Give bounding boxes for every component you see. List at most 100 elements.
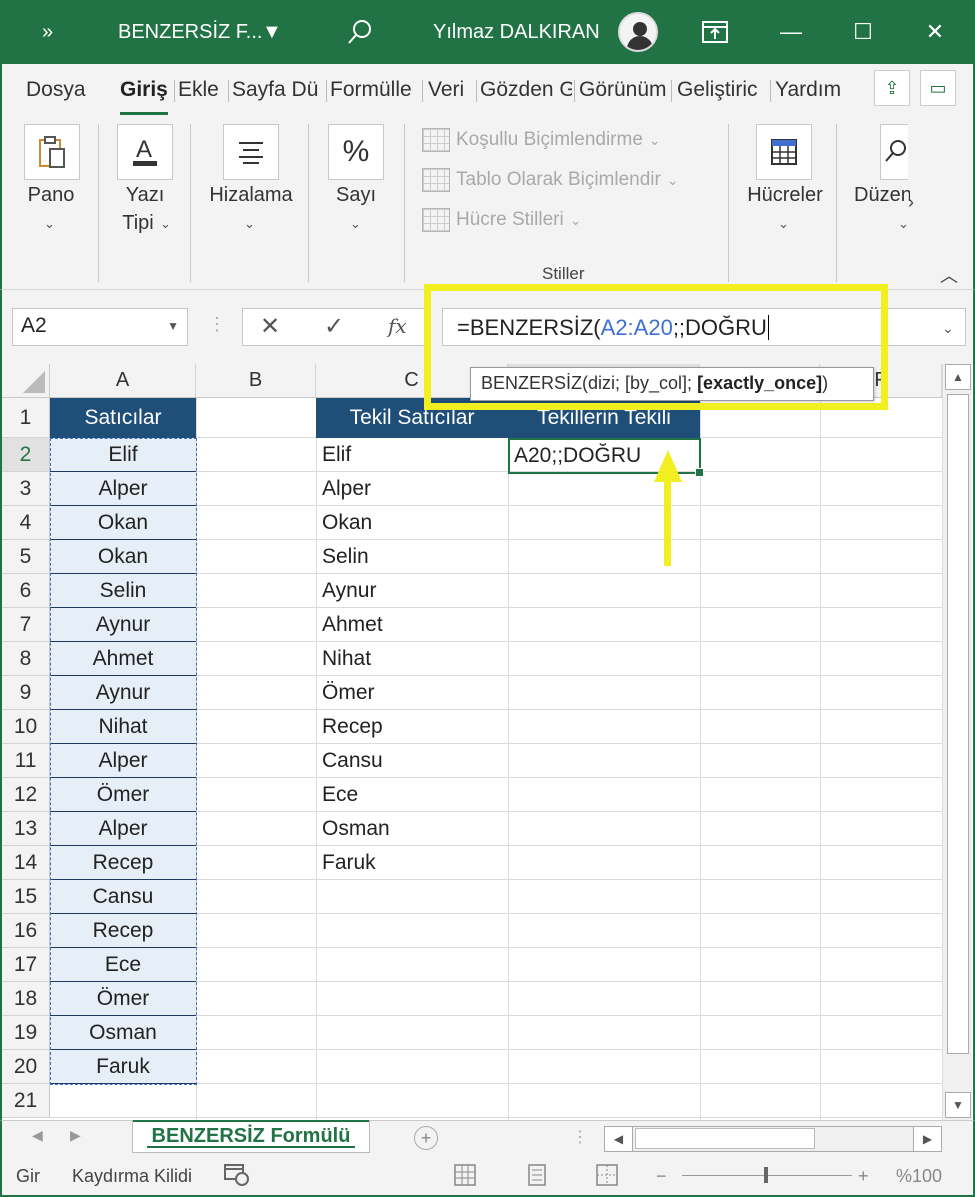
tab-giris[interactable]: Giriş (120, 78, 170, 102)
hizalama-label[interactable]: Hizalama (208, 184, 294, 207)
page-break-preview-icon[interactable] (596, 1164, 620, 1186)
column-header-a[interactable]: A (50, 364, 196, 398)
row-header-19[interactable]: 19 (2, 1016, 50, 1050)
row-header-18[interactable]: 18 (2, 982, 50, 1016)
cell-c13[interactable]: Osman (322, 812, 506, 846)
cells-icon[interactable] (756, 124, 812, 180)
collapse-ribbon-icon[interactable]: ︿ (940, 262, 958, 288)
editing-dropdown-icon[interactable]: ⌄ (898, 216, 909, 232)
duzen-label[interactable]: Düzen (854, 184, 910, 207)
tab-gelistirici[interactable]: Geliştiric (677, 78, 769, 102)
close-icon[interactable]: ✕ (900, 0, 970, 64)
row-header-11[interactable]: 11 (2, 744, 50, 778)
horizontal-scroll-thumb[interactable] (635, 1128, 815, 1149)
zoom-level[interactable]: %100 (896, 1166, 942, 1187)
tipi-label[interactable]: Tipi (114, 212, 162, 235)
format-as-table-button[interactable]: Tablo Olarak Biçimlendir ⌄ (422, 168, 679, 192)
comment-icon[interactable]: ▭ (920, 70, 956, 106)
avatar[interactable] (618, 12, 658, 52)
cell-c9[interactable]: Ömer (322, 676, 506, 710)
header-cell-a1[interactable]: Satıcılar (50, 398, 196, 438)
row-header-12[interactable]: 12 (2, 778, 50, 812)
row-header-15[interactable]: 15 (2, 880, 50, 914)
user-name[interactable]: Yılmaz DALKIRAN (433, 0, 600, 64)
name-box-dropdown-icon[interactable]: ▼ (167, 319, 179, 333)
accessibility-icon[interactable] (224, 1164, 249, 1186)
cell-c3[interactable]: Alper (322, 472, 506, 506)
tab-gozden-gecir[interactable]: Gözden G (480, 78, 572, 102)
name-box[interactable]: A2 ▼ (12, 308, 188, 346)
scroll-left-icon[interactable]: ◀ (605, 1127, 633, 1151)
row-header-16[interactable]: 16 (2, 914, 50, 948)
insert-function-icon[interactable]: fx (388, 314, 407, 338)
cell-styles-button[interactable]: Hücre Stilleri ⌄ (422, 208, 581, 232)
formula-bar-grip-icon[interactable]: ⋮ (208, 314, 226, 335)
row-header-2[interactable]: 2 (2, 438, 50, 472)
row-header-4[interactable]: 4 (2, 506, 50, 540)
scroll-down-icon[interactable]: ▼ (945, 1092, 971, 1118)
cell-c11[interactable]: Cansu (322, 744, 506, 778)
cell-c5[interactable]: Selin (322, 540, 506, 574)
ribbon-display-icon[interactable] (680, 0, 750, 64)
sheet-next-icon[interactable]: ▶ (70, 1127, 81, 1144)
row-header-6[interactable]: 6 (2, 574, 50, 608)
scroll-right-icon[interactable]: ▶ (913, 1127, 941, 1151)
tab-veri[interactable]: Veri (428, 78, 472, 102)
sheet-tab-benzersiz[interactable]: BENZERSİZ Formülü (132, 1120, 370, 1153)
scroll-up-icon[interactable]: ▲ (945, 364, 971, 390)
clipboard-icon[interactable] (24, 124, 80, 180)
enter-icon[interactable]: ✓ (324, 312, 344, 341)
quick-access-more-button[interactable]: » (42, 0, 53, 64)
percent-icon[interactable]: % (328, 124, 384, 180)
row-header-3[interactable]: 3 (2, 472, 50, 506)
zoom-slider-knob[interactable] (764, 1167, 768, 1183)
row-header-8[interactable]: 8 (2, 642, 50, 676)
tab-split-grip-icon[interactable]: ⋮ (572, 1127, 588, 1147)
cell-c4[interactable]: Okan (322, 506, 506, 540)
horizontal-scrollbar[interactable]: ◀ ▶ (604, 1126, 942, 1152)
select-all-button[interactable] (2, 364, 50, 398)
column-header-b[interactable]: B (196, 364, 316, 398)
expand-formula-bar-icon[interactable]: ⌄ (942, 320, 954, 337)
pano-dropdown-icon[interactable]: ⌄ (44, 216, 55, 232)
row-header-9[interactable]: 9 (2, 676, 50, 710)
cell-c8[interactable]: Nihat (322, 642, 506, 676)
font-dropdown-icon[interactable]: ⌄ (160, 216, 171, 232)
row-header-20[interactable]: 20 (2, 1050, 50, 1084)
hucreler-label[interactable]: Hücreler (742, 184, 828, 207)
title-dropdown-icon[interactable]: ▼ (262, 0, 282, 64)
tab-formuller[interactable]: Formülle (330, 78, 420, 102)
tab-yardim[interactable]: Yardım (775, 78, 851, 102)
ribbon-scroll-right-icon[interactable]: › (908, 192, 914, 213)
row-header-10[interactable]: 10 (2, 710, 50, 744)
tab-dosya[interactable]: Dosya (26, 78, 92, 102)
number-dropdown-icon[interactable]: ⌄ (350, 216, 361, 232)
document-title[interactable]: BENZERSİZ F... (118, 0, 262, 64)
cell-c12[interactable]: Ece (322, 778, 506, 812)
pano-label[interactable]: Pano (26, 184, 76, 207)
row-header-1[interactable]: 1 (2, 398, 50, 438)
cell-c10[interactable]: Recep (322, 710, 506, 744)
cell-c7[interactable]: Ahmet (322, 608, 506, 642)
row-header-21[interactable]: 21 (2, 1084, 50, 1118)
editing-icon[interactable] (880, 124, 908, 180)
tab-sayfa-duzeni[interactable]: Sayfa Dü (232, 78, 324, 102)
sheet-prev-icon[interactable]: ◀ (32, 1127, 43, 1144)
zoom-in-button[interactable]: + (858, 1166, 869, 1187)
font-color-icon[interactable]: A (117, 124, 173, 180)
page-layout-icon[interactable] (526, 1164, 550, 1186)
normal-view-icon[interactable] (454, 1164, 478, 1186)
align-dropdown-icon[interactable]: ⌄ (244, 216, 255, 232)
row-header-5[interactable]: 5 (2, 540, 50, 574)
row-header-17[interactable]: 17 (2, 948, 50, 982)
cell-c6[interactable]: Aynur (322, 574, 506, 608)
minimize-icon[interactable]: — (756, 0, 826, 64)
tab-ekle[interactable]: Ekle (178, 78, 226, 102)
cell-c14[interactable]: Faruk (322, 846, 506, 880)
sayi-label[interactable]: Sayı (336, 184, 376, 207)
yazi-label[interactable]: Yazı (120, 184, 170, 207)
cells-dropdown-icon[interactable]: ⌄ (778, 216, 789, 232)
add-sheet-button[interactable]: + (414, 1126, 438, 1150)
spreadsheet-grid[interactable]: A B C D E F 1234567891011121314151617181… (0, 364, 975, 1120)
search-icon[interactable] (346, 0, 374, 64)
